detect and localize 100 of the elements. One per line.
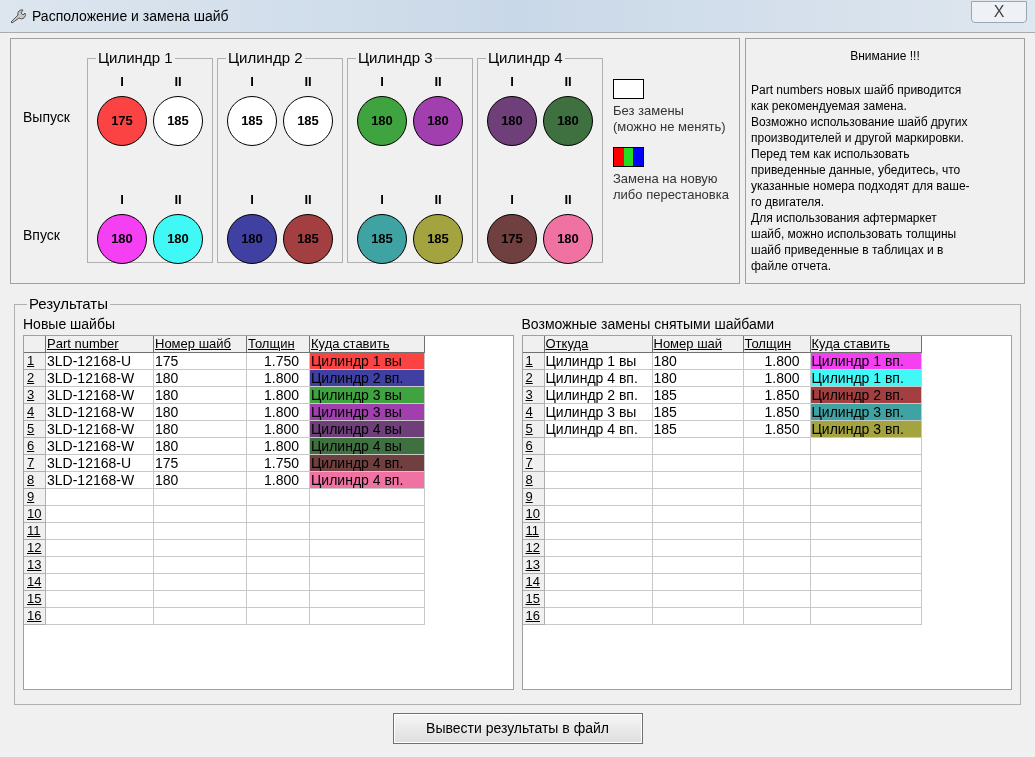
table-cell: 180 <box>154 438 247 455</box>
row-number: 7 <box>24 455 46 472</box>
column-header[interactable]: Part number <box>46 336 154 353</box>
close-button[interactable]: X <box>971 1 1027 23</box>
table-cell: Цилиндр 4 вп. <box>544 370 653 387</box>
table-cell: Цилиндр 3 вп. <box>810 421 922 438</box>
legend-swatch-icon <box>613 79 644 99</box>
table-cell: 185 <box>652 404 744 421</box>
legend-text: Замена на новую либо перестановка <box>613 171 729 203</box>
empty-cell <box>247 557 310 574</box>
row-number: 3 <box>522 387 545 404</box>
table-cell: 3LD-12168-W <box>46 438 154 455</box>
empty-cell <box>743 540 811 557</box>
washer-position-label: I <box>250 74 254 90</box>
table-cell: 180 <box>154 404 247 421</box>
table-cell: 3LD-12168-U <box>46 353 154 370</box>
empty-cell <box>743 574 811 591</box>
cylinder-title: Цилиндр 2 <box>228 49 303 66</box>
row-number: 16 <box>24 608 46 625</box>
row-label: Выпуск <box>23 108 71 126</box>
row-number: 10 <box>24 506 46 523</box>
empty-cell <box>743 523 811 540</box>
row-number: 13 <box>522 557 545 574</box>
empty-cell <box>247 506 310 523</box>
legend-text: Без замены (можно не менять) <box>613 103 727 135</box>
table-cell: Цилиндр 2 вп. <box>310 370 425 387</box>
cylinder-title: Цилиндр 1 <box>98 49 173 66</box>
row-number: 8 <box>24 472 46 489</box>
row-number: 2 <box>24 370 46 387</box>
row-number: 3 <box>24 387 46 404</box>
notice-title: Внимание !!! <box>849 48 921 65</box>
wrench-icon <box>8 7 26 25</box>
table-cell: 175 <box>154 455 247 472</box>
row-number: 15 <box>522 591 545 608</box>
empty-cell <box>247 608 310 625</box>
empty-cell <box>743 591 811 608</box>
empty-cell <box>247 489 310 506</box>
table-cell: Цилиндр 3 вы <box>544 404 653 421</box>
export-button[interactable]: Вывести результаты в файл <box>392 713 643 744</box>
table-cell: Цилиндр 4 вы <box>310 421 425 438</box>
table-cell: 180 <box>652 353 744 370</box>
washer-position-label: I <box>120 74 124 90</box>
table-cell: 185 <box>652 387 744 404</box>
row-number: 6 <box>522 438 545 455</box>
washer-position-label: I <box>510 74 514 90</box>
table-cell: 3LD-12168-W <box>46 421 154 438</box>
table-cell: 180 <box>154 387 247 404</box>
washer-position-label: I <box>510 192 514 208</box>
table-cell: Цилиндр 2 вп. <box>544 387 653 404</box>
column-header[interactable]: Толщин <box>247 336 310 353</box>
table-cell: 1.850 <box>743 404 811 421</box>
row-label: Впуск <box>23 226 61 244</box>
cylinder-title: Цилиндр 4 <box>488 49 563 66</box>
washer-position-label: I <box>120 192 124 208</box>
washer-position-label: II <box>564 192 572 208</box>
legend-swatch-icon <box>613 147 644 167</box>
table-cell: 3LD-12168-W <box>46 472 154 489</box>
table-title: Новые шайбы <box>23 315 116 334</box>
column-header[interactable]: Толщин <box>743 336 811 353</box>
washer-position-label: II <box>304 192 312 208</box>
column-header[interactable]: Номер шайб <box>154 336 247 353</box>
table-cell: 180 <box>154 370 247 387</box>
row-number: 15 <box>24 591 46 608</box>
row-number: 8 <box>522 472 545 489</box>
row-number: 9 <box>24 489 46 506</box>
empty-cell <box>743 557 811 574</box>
column-header[interactable]: Куда ставить <box>810 336 922 353</box>
table-cell: Цилиндр 4 вы <box>310 438 425 455</box>
row-number: 6 <box>24 438 46 455</box>
empty-cell <box>743 506 811 523</box>
column-header[interactable]: Номер шай <box>652 336 744 353</box>
column-header[interactable]: Откуда <box>544 336 653 353</box>
grid-corner <box>522 336 545 353</box>
washer-position-label: II <box>434 74 442 90</box>
table-cell: 1.800 <box>743 353 811 370</box>
washer-position-label: II <box>174 74 182 90</box>
table-cell: Цилиндр 1 вп. <box>810 353 922 370</box>
row-number: 16 <box>522 608 545 625</box>
column-header[interactable]: Куда ставить <box>310 336 425 353</box>
table-cell: 1.850 <box>743 387 811 404</box>
washer-position-label: I <box>380 192 384 208</box>
notice-text: Part numbers новых шайб приводится как рекомендуемая замена. Возможно использование шайб других производителей и другой маркировки. Перед тем как использовать приведенные данные, убедитесь, что указанные номера подходят для ваше- го двигателя. Для использования афтермаркет шайб, можно использовать толщины шайб приведенные в таблицах и в файле отчета. <box>751 82 971 274</box>
empty-cell <box>743 608 811 625</box>
row-number: 4 <box>24 404 46 421</box>
table-cell: Цилиндр 4 вп. <box>310 472 425 489</box>
table-cell: 175 <box>154 353 247 370</box>
row-number: 9 <box>522 489 545 506</box>
row-number: 12 <box>522 540 545 557</box>
row-number: 11 <box>522 523 545 540</box>
table-cell: 3LD-12168-W <box>46 370 154 387</box>
table-cell: Цилиндр 3 вы <box>310 387 425 404</box>
row-number: 7 <box>522 455 545 472</box>
table-cell: 180 <box>154 421 247 438</box>
washer-position-label: II <box>434 192 442 208</box>
cylinder-title: Цилиндр 3 <box>358 49 433 66</box>
window-title: Расположение и замена шайб <box>32 6 229 26</box>
row-number: 1 <box>24 353 46 370</box>
empty-cell <box>743 489 811 506</box>
table-cell: 185 <box>652 421 744 438</box>
row-number: 1 <box>522 353 545 370</box>
